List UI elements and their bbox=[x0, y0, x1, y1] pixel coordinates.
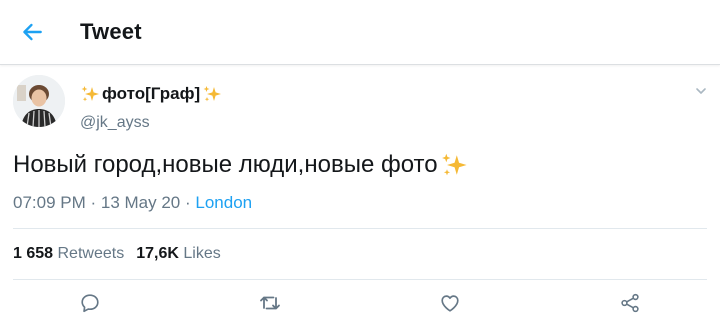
meta-separator: · bbox=[85, 193, 101, 212]
page-title: Tweet bbox=[80, 19, 142, 44]
tweet-time[interactable]: 07:09 PM bbox=[13, 193, 86, 212]
like-icon bbox=[441, 295, 459, 312]
sparkles-icon bbox=[81, 86, 99, 102]
tweet-text-content: Новый город,новые люди,новые фото bbox=[13, 151, 438, 178]
retweets-count: 1 658 bbox=[13, 245, 54, 262]
arrow-left-icon bbox=[23, 23, 42, 41]
reply-icon bbox=[81, 294, 99, 313]
avatar[interactable] bbox=[13, 75, 65, 127]
author-display-name[interactable]: фото[Граф] bbox=[80, 84, 222, 104]
likes-count: 17,6K bbox=[136, 245, 179, 262]
likes-stat[interactable]: 17,6K Likes bbox=[136, 245, 221, 263]
sparkles-icon bbox=[203, 86, 222, 102]
like-button[interactable] bbox=[435, 288, 465, 318]
meta-separator: · bbox=[180, 193, 196, 212]
divider bbox=[13, 228, 707, 229]
reply-button[interactable] bbox=[75, 288, 105, 318]
likes-label: Likes bbox=[183, 245, 221, 262]
author-handle[interactable]: @jk_ayss bbox=[80, 114, 150, 132]
back-button[interactable] bbox=[16, 16, 48, 48]
tweet-options-button[interactable] bbox=[692, 82, 710, 100]
tweet-meta: 07:09 PM · 13 May 20 · London bbox=[13, 193, 252, 213]
sparkles-icon bbox=[441, 153, 467, 176]
tweet-date[interactable]: 13 May 20 bbox=[101, 193, 180, 212]
retweet-icon bbox=[260, 296, 280, 310]
author-name-text: фото[Граф] bbox=[102, 84, 201, 103]
avatar-image bbox=[13, 75, 65, 127]
tweet-text: Новый город,новые люди,новые фото bbox=[13, 151, 468, 179]
divider bbox=[13, 279, 707, 280]
retweets-stat[interactable]: 1 658 Retweets bbox=[13, 245, 124, 263]
share-button[interactable] bbox=[615, 288, 645, 318]
app-header: Tweet bbox=[0, 0, 720, 65]
tweet-location-link[interactable]: London bbox=[195, 193, 252, 212]
retweet-button[interactable] bbox=[255, 288, 285, 318]
tweet-stats: 1 658 Retweets 17,6K Likes bbox=[13, 245, 221, 263]
chevron-down-icon bbox=[696, 88, 706, 94]
retweets-label: Retweets bbox=[57, 245, 125, 262]
share-icon bbox=[621, 293, 639, 313]
